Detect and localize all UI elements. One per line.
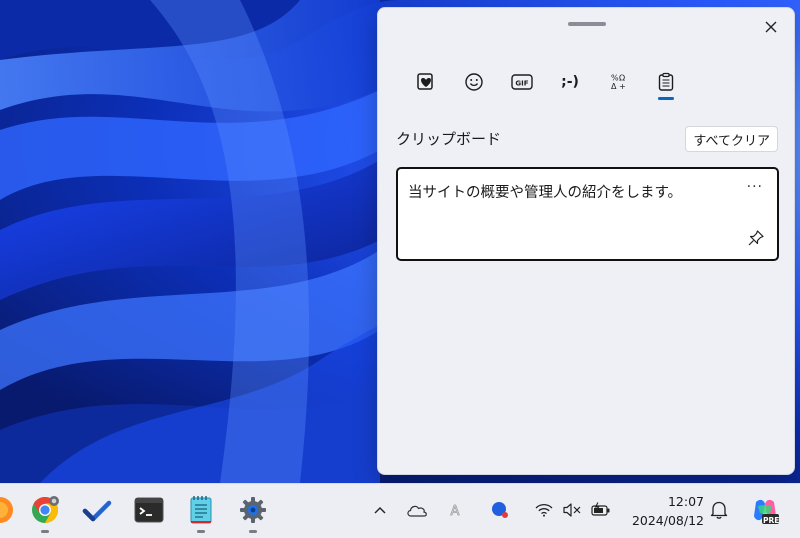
clipboard-title: クリップボード xyxy=(396,130,502,148)
taskbar-app-terminal[interactable] xyxy=(132,493,166,527)
tab-gif[interactable]: GIF xyxy=(498,62,546,102)
volume-muted-icon xyxy=(563,503,581,517)
more-options-button[interactable]: ··· xyxy=(747,179,763,195)
chrome-icon xyxy=(32,496,59,524)
wifi-icon xyxy=(535,503,553,517)
drag-handle[interactable] xyxy=(568,22,606,26)
running-indicator xyxy=(41,530,49,533)
svg-text:+: + xyxy=(619,82,626,91)
taskbar: A 12:07 2024/08/12 PRE xyxy=(0,483,800,538)
copilot-button[interactable]: PRE xyxy=(750,496,780,526)
gif-icon: GIF xyxy=(511,74,533,90)
app-icon xyxy=(492,502,508,518)
running-indicator xyxy=(249,530,257,533)
kaomoji-label: ;-) xyxy=(561,74,579,90)
heart-note-icon xyxy=(417,73,433,90)
volume-button[interactable] xyxy=(561,499,583,521)
clock-date: 2024/08/12 xyxy=(631,513,704,528)
tab-clipboard[interactable] xyxy=(642,62,690,102)
pin-icon xyxy=(748,230,764,246)
show-hidden-icons-button[interactable] xyxy=(369,499,391,521)
notepad-icon xyxy=(190,496,212,524)
emoji-clipboard-panel: GIF ;-) % Ω Δ + クリップボード すべてクリア 当サイトの概要や管… xyxy=(377,7,795,475)
clipboard-icon xyxy=(658,72,674,91)
clipboard-item-text: 当サイトの概要や管理人の紹介をします。 xyxy=(408,185,683,201)
clock-time: 12:07 xyxy=(667,494,704,509)
copilot-preview-badge: PRE xyxy=(763,516,780,525)
svg-text:GIF: GIF xyxy=(515,80,528,88)
todo-checkmark-icon xyxy=(82,500,112,522)
taskbar-app-notepad[interactable] xyxy=(184,493,218,533)
pin-button[interactable] xyxy=(747,229,765,247)
onedrive-button[interactable] xyxy=(406,499,428,521)
clipboard-item[interactable]: 当サイトの概要や管理人の紹介をします。 ··· xyxy=(396,167,779,261)
chevron-up-icon xyxy=(374,507,386,514)
svg-text:Δ: Δ xyxy=(611,82,617,91)
running-indicator xyxy=(197,530,205,533)
clear-all-button[interactable]: すべてクリア xyxy=(685,126,778,152)
tab-favorites[interactable] xyxy=(402,62,450,102)
taskbar-app-settings[interactable] xyxy=(236,493,270,533)
close-button[interactable] xyxy=(760,16,782,38)
firefox-icon xyxy=(0,497,13,523)
clock[interactable]: 12:07 2024/08/12 xyxy=(632,492,704,530)
notifications-button[interactable] xyxy=(708,499,730,521)
tab-symbols[interactable]: % Ω Δ + xyxy=(594,62,642,102)
onedrive-cloud-icon xyxy=(407,505,427,517)
panel-tabs: GIF ;-) % Ω Δ + xyxy=(402,62,690,102)
ime-button[interactable]: A xyxy=(444,499,466,521)
close-icon xyxy=(765,21,777,33)
terminal-icon xyxy=(134,497,164,523)
battery-icon xyxy=(591,502,610,516)
symbols-icon: % Ω Δ + xyxy=(611,74,626,92)
taskbar-app-todo[interactable] xyxy=(80,493,114,527)
network-button[interactable] xyxy=(533,499,555,521)
smiley-icon xyxy=(465,73,483,91)
ime-icon: A xyxy=(450,504,460,518)
bell-icon xyxy=(710,501,728,519)
battery-button[interactable] xyxy=(590,499,612,521)
taskbar-app-chrome[interactable] xyxy=(28,493,62,533)
tray-app-button[interactable] xyxy=(489,499,511,521)
settings-gear-icon xyxy=(240,497,266,523)
tab-kaomoji[interactable]: ;-) xyxy=(546,62,594,102)
svg-text:A: A xyxy=(451,504,460,518)
taskbar-app-firefox[interactable] xyxy=(0,493,17,527)
tab-emoji[interactable] xyxy=(450,62,498,102)
